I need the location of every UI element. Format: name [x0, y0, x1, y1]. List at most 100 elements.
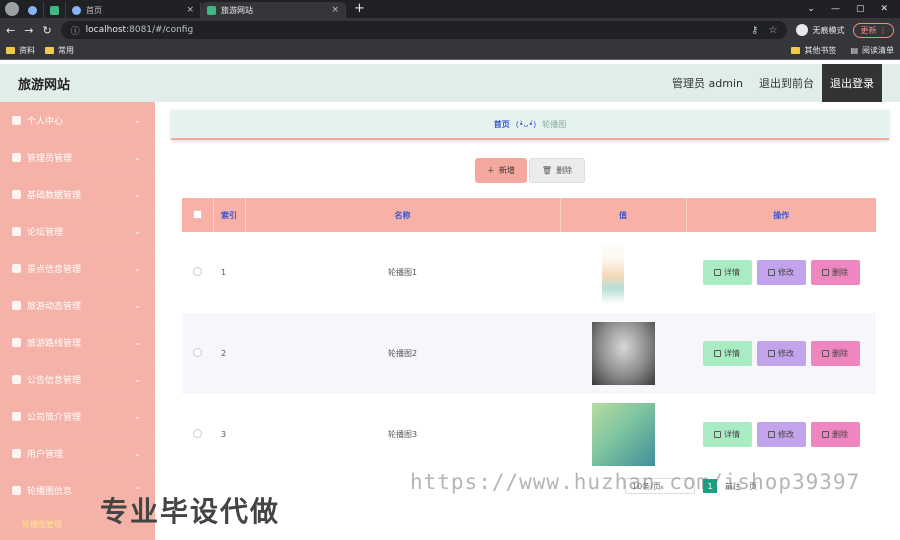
add-button[interactable]: ＋新增 — [474, 158, 527, 183]
app-header: 旅游网站 管理员 admin 退出到前台 退出登录 — [0, 64, 900, 102]
close-icon[interactable]: × — [331, 5, 339, 15]
reading-list-icon: ▤ — [850, 46, 858, 55]
chevron-down-icon: ⌄ — [134, 411, 141, 421]
close-window-icon[interactable]: ✕ — [880, 4, 888, 14]
maximize-icon[interactable]: ▢ — [856, 4, 865, 14]
column-header[interactable]: 索引 — [213, 198, 246, 232]
detail-label: 详情 — [724, 268, 740, 277]
carousel-thumbnail[interactable] — [591, 322, 655, 385]
browser-tab-pinned[interactable] — [22, 2, 44, 18]
select-all-checkbox[interactable] — [192, 209, 202, 219]
sidebar-item-attractions[interactable]: 景点信息管理 ⌄ — [0, 250, 155, 287]
delete-label: 删除 — [556, 166, 573, 175]
row-select-checkbox[interactable] — [193, 429, 202, 438]
browser-tab-home[interactable]: 首页 × — [66, 2, 201, 18]
logout-button[interactable]: 退出登录 — [822, 64, 882, 102]
sidebar-item-label: 基础数据管理 — [27, 190, 82, 201]
bookmark-folder[interactable]: 常用 — [45, 45, 74, 56]
thumb-down-icon — [12, 300, 21, 310]
chevron-down-icon: ⌄ — [134, 152, 141, 162]
chevron-down-icon: ⌄ — [134, 337, 141, 347]
select-all-cell — [182, 198, 214, 232]
row-name: 轮播图3 — [387, 430, 418, 439]
table-row: 1 轮播图1 详情 修改 删除 — [182, 232, 876, 313]
carousel-thumbnail[interactable] — [591, 403, 655, 466]
crop-icon — [12, 263, 21, 273]
trash-icon: 🗑 — [541, 166, 553, 175]
chevron-down-icon: ⌄ — [134, 374, 141, 384]
sidebar-item-label: 旅游动态管理 — [27, 301, 82, 312]
back-icon[interactable]: ← — [6, 24, 15, 37]
flag-icon — [12, 189, 21, 199]
close-icon[interactable]: × — [186, 5, 194, 15]
info-icon[interactable]: ⓘ — [71, 24, 80, 37]
edit-button[interactable]: 修改 — [756, 260, 806, 285]
detail-button[interactable]: 详情 — [702, 422, 752, 447]
detail-label: 详情 — [724, 430, 740, 439]
sidebar-item-label: 景点信息管理 — [27, 264, 82, 275]
bookmarks-bar: 资料 常用 其他书签 ▤ 阅读清单 — [0, 42, 900, 60]
sidebar-item-company[interactable]: 公司简介管理 ⌄ — [0, 398, 155, 435]
url-path: :8081/#/config — [126, 25, 194, 35]
new-tab-button[interactable]: + — [354, 2, 365, 16]
column-header[interactable]: 名称 — [245, 198, 561, 232]
incognito-indicator[interactable]: 无痕模式 — [796, 24, 844, 36]
row-select-checkbox[interactable] — [193, 267, 202, 276]
minimize-icon[interactable]: — — [831, 4, 840, 14]
sidebar-item-travel-news[interactable]: 旅游动态管理 ⌄ — [0, 287, 155, 324]
delete-button[interactable]: 删除 — [810, 260, 860, 285]
chevron-down-icon: ⌄ — [134, 263, 141, 273]
row-name: 轮播图2 — [387, 349, 418, 358]
detail-button[interactable]: 详情 — [702, 260, 752, 285]
breadcrumb-home[interactable]: 首页 — [494, 119, 510, 130]
edit-button[interactable]: 修改 — [756, 422, 806, 447]
toolbar: ＋新增 🗑 删除 — [171, 158, 889, 183]
window-controls: ⌄ — ▢ ✕ — [807, 4, 900, 18]
chevron-down-icon[interactable]: ⌄ — [807, 4, 815, 14]
sidebar-item-forum[interactable]: 论坛管理 ⌄ — [0, 213, 155, 250]
star-icon[interactable]: ☆ — [768, 25, 777, 36]
forward-icon[interactable]: → — [24, 24, 33, 37]
carousel-thumbnail[interactable] — [602, 241, 624, 304]
sidebar-item-label: 旅游路线管理 — [27, 338, 82, 349]
tab-label: 首页 — [86, 5, 102, 15]
table-row: 2 轮播图2 详情 修改 删除 — [182, 313, 876, 394]
bookmark-label: 其他书签 — [804, 46, 837, 55]
browser-tab-travel-site[interactable]: 旅游网站 × — [201, 2, 346, 18]
row-select-checkbox[interactable] — [193, 348, 202, 357]
reload-icon[interactable]: ↻ — [42, 24, 51, 37]
back-to-front-link[interactable]: 退出到前台 — [751, 75, 822, 91]
update-button[interactable]: 更新 ⋮ — [853, 22, 894, 38]
copy-icon — [12, 226, 21, 236]
column-header[interactable]: 值 — [560, 198, 687, 232]
send-icon — [12, 152, 21, 162]
sidebar-item-notices[interactable]: 公告信息管理 ⌄ — [0, 361, 155, 398]
globe-icon — [72, 5, 81, 15]
other-bookmarks[interactable]: 其他书签 — [791, 45, 836, 56]
delete-button[interactable]: 删除 — [810, 341, 860, 366]
user-icon — [12, 115, 21, 125]
address-bar: ← → ↻ ⓘ localhost:8081/#/config ⚷ ☆ 无痕模式… — [0, 18, 900, 42]
breadcrumb-current: 轮播图 — [542, 119, 567, 129]
sidebar-item-label: 用户管理 — [27, 449, 64, 460]
sidebar-item-admins[interactable]: 管理员管理 ⌄ — [0, 139, 155, 176]
browser-tab-pinned-2[interactable] — [44, 2, 66, 18]
sidebar-item-profile[interactable]: 个人中心 ⌄ — [0, 102, 155, 139]
key-icon[interactable]: ⚷ — [751, 25, 758, 36]
detail-icon — [714, 350, 721, 357]
batch-delete-button[interactable]: 🗑 删除 — [528, 158, 586, 183]
tab-label: 旅游网站 — [221, 5, 253, 15]
browser-menu-icon[interactable] — [5, 2, 19, 16]
sidebar-item-routes[interactable]: 旅游路线管理 ⌄ — [0, 324, 155, 361]
incognito-label: 无痕模式 — [812, 25, 845, 35]
sidebar-item-users[interactable]: 用户管理 ⌄ — [0, 435, 155, 472]
bookmark-folder[interactable]: 资料 — [6, 45, 35, 56]
trash-icon — [822, 350, 829, 357]
url-input[interactable]: ⓘ localhost:8081/#/config ⚷ ☆ — [60, 21, 788, 39]
trash-icon — [12, 448, 21, 458]
reading-list[interactable]: ▤ 阅读清单 — [850, 45, 894, 56]
detail-button[interactable]: 详情 — [702, 341, 752, 366]
edit-button[interactable]: 修改 — [756, 341, 806, 366]
sidebar-item-base-data[interactable]: 基础数据管理 ⌄ — [0, 176, 155, 213]
delete-button[interactable]: 删除 — [810, 422, 860, 447]
